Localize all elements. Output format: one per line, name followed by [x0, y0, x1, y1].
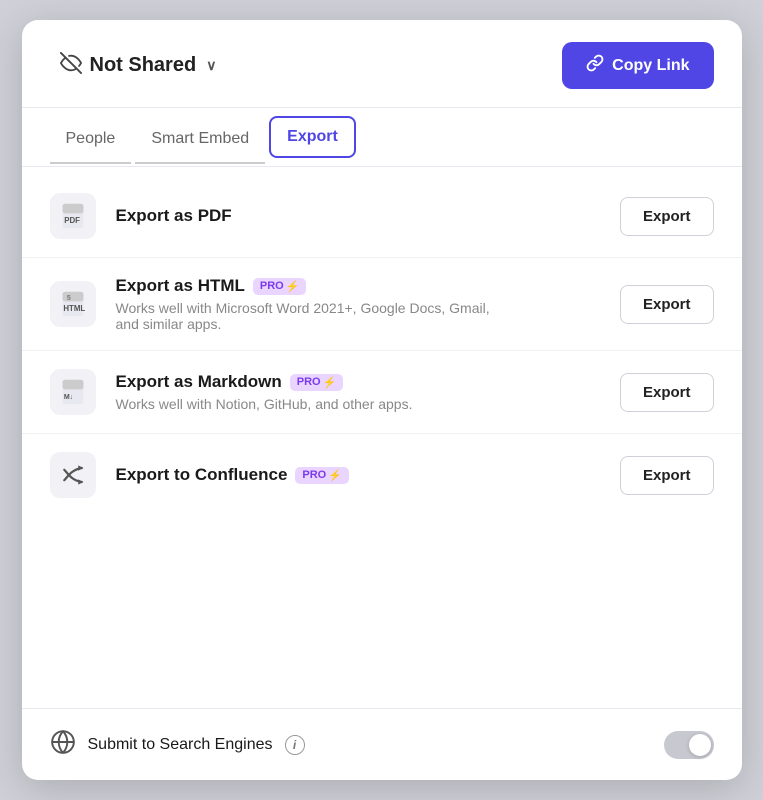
not-shared-label: Not Shared	[90, 54, 197, 77]
pdf-icon: PDF	[59, 202, 87, 230]
search-engines-label: Submit to Search Engines	[88, 736, 273, 754]
export-markdown-button[interactable]: Export	[620, 373, 714, 412]
export-pdf-row: PDF Export as PDF Export	[22, 175, 742, 258]
confluence-icon-box	[50, 452, 96, 498]
share-modal: Not Shared ∨ Copy Link People Smart Embe…	[22, 20, 742, 780]
export-content: PDF Export as PDF Export	[22, 167, 742, 708]
copy-link-label: Copy Link	[612, 57, 689, 75]
markdown-desc: Works well with Notion, GitHub, and othe…	[116, 396, 413, 412]
pro-badge-html: PRO ⚡	[253, 278, 307, 295]
export-html-button[interactable]: Export	[620, 285, 714, 324]
markdown-title: Export as Markdown PRO ⚡	[116, 372, 413, 392]
tab-people[interactable]: People	[50, 112, 132, 164]
svg-text:M↓: M↓	[63, 394, 72, 401]
chevron-down-icon: ∨	[206, 57, 216, 74]
link-icon	[586, 54, 604, 77]
svg-text:5: 5	[66, 295, 70, 302]
pdf-icon-box: PDF	[50, 193, 96, 239]
markdown-icon-box: M↓	[50, 369, 96, 415]
html5-icon: HTML 5	[59, 290, 87, 318]
html5-icon-box: HTML 5	[50, 281, 96, 327]
search-engines-toggle[interactable]	[664, 731, 714, 759]
tab-export[interactable]: Export	[269, 116, 356, 158]
export-confluence-row: Export to Confluence PRO ⚡ Export	[22, 434, 742, 516]
export-confluence-button[interactable]: Export	[620, 456, 714, 495]
pro-badge-markdown: PRO ⚡	[290, 374, 344, 391]
pro-badge-confluence: PRO ⚡	[295, 467, 349, 484]
tab-bar: People Smart Embed Export	[22, 108, 742, 167]
export-html-row: HTML 5 Export as HTML PRO ⚡ Works well w…	[22, 258, 742, 351]
not-shared-button[interactable]: Not Shared ∨	[50, 46, 227, 86]
confluence-icon	[59, 461, 87, 489]
export-pdf-button[interactable]: Export	[620, 197, 714, 236]
svg-text:PDF: PDF	[64, 216, 80, 225]
copy-link-button[interactable]: Copy Link	[562, 42, 713, 89]
export-markdown-row: M↓ Export as Markdown PRO ⚡ Works well w…	[22, 351, 742, 434]
info-icon[interactable]: i	[285, 735, 305, 755]
footer: Submit to Search Engines i	[22, 708, 742, 780]
pdf-title: Export as PDF	[116, 206, 232, 226]
markdown-icon: M↓	[59, 378, 87, 406]
globe-icon	[50, 729, 76, 760]
html-title: Export as HTML PRO ⚡	[116, 276, 516, 296]
confluence-title: Export to Confluence PRO ⚡	[116, 465, 349, 485]
eye-slash-icon	[60, 52, 82, 80]
html-desc: Works well with Microsoft Word 2021+, Go…	[116, 300, 516, 332]
svg-text:HTML: HTML	[63, 304, 85, 313]
modal-header: Not Shared ∨ Copy Link	[22, 20, 742, 108]
tab-smart-embed[interactable]: Smart Embed	[135, 112, 265, 164]
